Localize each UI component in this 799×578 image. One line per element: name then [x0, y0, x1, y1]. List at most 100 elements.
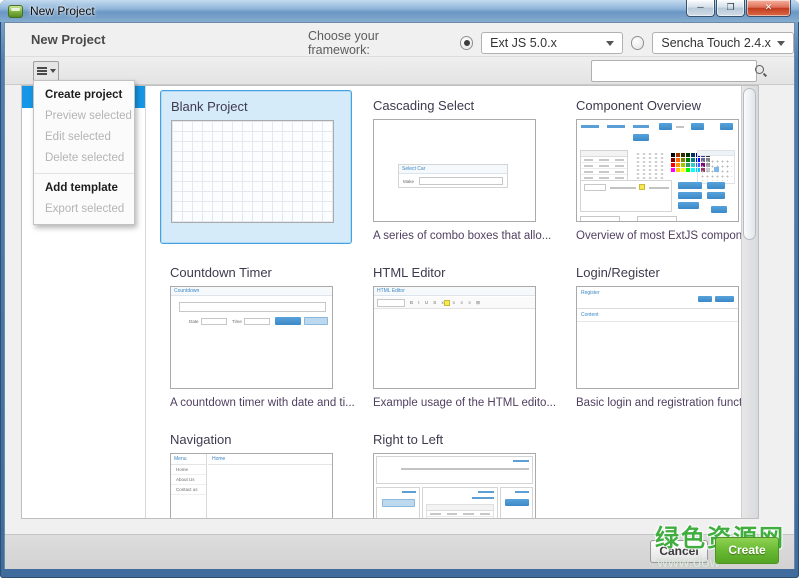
page-title: New Project: [31, 32, 105, 47]
caret-down-icon: [50, 69, 56, 73]
mini-grid-panel: [422, 487, 498, 519]
template-thumbnail: [576, 119, 739, 222]
mini-time-label: Time: [232, 319, 242, 324]
menu-item-delete-selected[interactable]: Delete selected: [34, 148, 134, 169]
mini-link: [478, 491, 494, 493]
mini-link: [515, 491, 529, 493]
palette-swatch: [671, 158, 675, 162]
template-tile-countdown-timer[interactable]: Countdown Timer Countdown Date Time A co…: [160, 257, 352, 411]
mini-panel-title: Countdown: [171, 287, 332, 296]
template-description: Example usage of the HTML edito...: [373, 397, 545, 409]
template-tile-html-editor[interactable]: HTML Editor HTML Editor B I U S x² ≡ ≡ ≡…: [363, 257, 555, 411]
mini-content-label: Content: [581, 312, 599, 318]
mini-divider: [577, 321, 738, 322]
mini-menu-item: Contact us: [171, 485, 206, 495]
template-name: Component Overview: [576, 98, 748, 113]
template-tile-right-to-left[interactable]: Right to Left: [363, 424, 555, 519]
palette-swatch: [676, 163, 680, 167]
mini-button: [711, 206, 727, 213]
mini-calendar-selected-day: [714, 167, 719, 172]
window-controls: ─ ❐ ✕: [685, 0, 791, 17]
new-project-dialog: New Project Choose your framework: Ext J…: [4, 22, 795, 569]
extjs-version-value: Ext JS 5.0.x: [490, 36, 557, 50]
maximize-button[interactable]: ❐: [716, 0, 745, 17]
template-thumbnail: Select Car Make: [373, 119, 536, 222]
template-name: Countdown Timer: [170, 265, 342, 280]
mini-reset-button: [304, 317, 328, 325]
mini-field-label: Make: [403, 179, 414, 184]
mini-highlight-swatch: [444, 300, 450, 306]
radio-extjs[interactable]: [460, 36, 474, 50]
mini-link: [513, 460, 529, 462]
mini-login-button: [698, 296, 712, 302]
mini-tree-panel: [635, 152, 665, 182]
template-tile-cascading-select[interactable]: Cascading Select Select Car Make A serie…: [363, 90, 555, 244]
palette-swatch: [686, 158, 690, 162]
mini-menu-title: Menu: [171, 454, 206, 465]
palette-swatch: [681, 153, 685, 157]
mini-toolbar-icons: [610, 187, 636, 189]
menu-item-edit-selected[interactable]: Edit selected: [34, 127, 134, 148]
palette-swatch: [676, 168, 680, 172]
mini-font-combo: [584, 184, 606, 191]
vertical-scrollbar[interactable]: [741, 86, 758, 518]
palette-swatch: [681, 158, 685, 162]
palette-swatch: [681, 163, 685, 167]
cancel-button[interactable]: Cancel: [650, 540, 708, 563]
project-menu-dropdown: Create project Preview selected Edit sel…: [33, 80, 135, 225]
scrollbar-thumb[interactable]: [743, 88, 756, 240]
close-button[interactable]: ✕: [746, 0, 791, 17]
mini-calendar-header: [698, 151, 734, 156]
template-description: Basic login and registration functi...: [576, 397, 748, 409]
mini-button: [678, 182, 702, 189]
create-button[interactable]: Create: [715, 537, 779, 564]
mini-text: [633, 125, 649, 128]
mini-date-field: [201, 318, 227, 325]
mini-highlight-swatch: [639, 184, 645, 190]
palette-swatch: [671, 153, 675, 157]
extjs-version-select[interactable]: Ext JS 5.0.x: [481, 32, 623, 54]
mini-toolbar-icons: [649, 187, 669, 189]
radio-sencha-touch[interactable]: [631, 36, 645, 50]
palette-swatch: [686, 163, 690, 167]
mini-text: [581, 125, 599, 128]
mini-panel-title: Register: [581, 290, 600, 296]
template-tile-component-overview[interactable]: Component Overview: [566, 90, 758, 244]
palette-swatch: [671, 168, 675, 172]
minimize-button[interactable]: ─: [686, 0, 715, 17]
template-name: Blank Project: [171, 99, 341, 114]
mini-panel-title: HTML Editor: [374, 287, 535, 296]
palette-swatch: [691, 168, 695, 172]
menu-item-export-selected[interactable]: Export selected: [34, 199, 134, 220]
search-box: [591, 60, 757, 82]
window-title: New Project: [30, 4, 95, 18]
template-tile-blank-project[interactable]: Blank Project: [160, 90, 352, 244]
template-description: A countdown timer with date and ti...: [170, 397, 342, 409]
chevron-down-icon: [777, 41, 785, 46]
menu-item-add-template[interactable]: Add template: [34, 178, 134, 199]
template-name: Navigation: [170, 432, 342, 447]
mini-form-panel: Select Car Make: [398, 164, 508, 188]
mini-menu-item: Home: [171, 465, 206, 475]
mini-right-panel: [500, 487, 533, 519]
palette-swatch: [686, 153, 690, 157]
menu-item-preview-selected[interactable]: Preview selected: [34, 106, 134, 127]
sencha-touch-version-select[interactable]: Sencha Touch 2.4.x: [652, 32, 794, 54]
palette-swatch: [691, 163, 695, 167]
mini-button: [382, 499, 415, 507]
palette-swatch: [691, 158, 695, 162]
mini-start-button: [275, 317, 301, 325]
mini-left-panel: [376, 487, 420, 519]
mini-calendar: [697, 150, 735, 184]
template-tile-navigation[interactable]: Navigation Menu Home About Us Contact us…: [160, 424, 352, 519]
mini-divider: [577, 308, 738, 309]
mini-table: [426, 504, 494, 519]
template-tile-login-register[interactable]: Login/Register Register Content Basic lo…: [566, 257, 758, 411]
project-menu-button[interactable]: [33, 61, 59, 81]
menu-item-create-project[interactable]: Create project: [34, 85, 134, 106]
mini-link: [472, 497, 494, 499]
palette-swatch: [686, 168, 690, 172]
search-input[interactable]: [592, 62, 755, 80]
template-name: Cascading Select: [373, 98, 545, 113]
mini-button: [720, 123, 733, 130]
